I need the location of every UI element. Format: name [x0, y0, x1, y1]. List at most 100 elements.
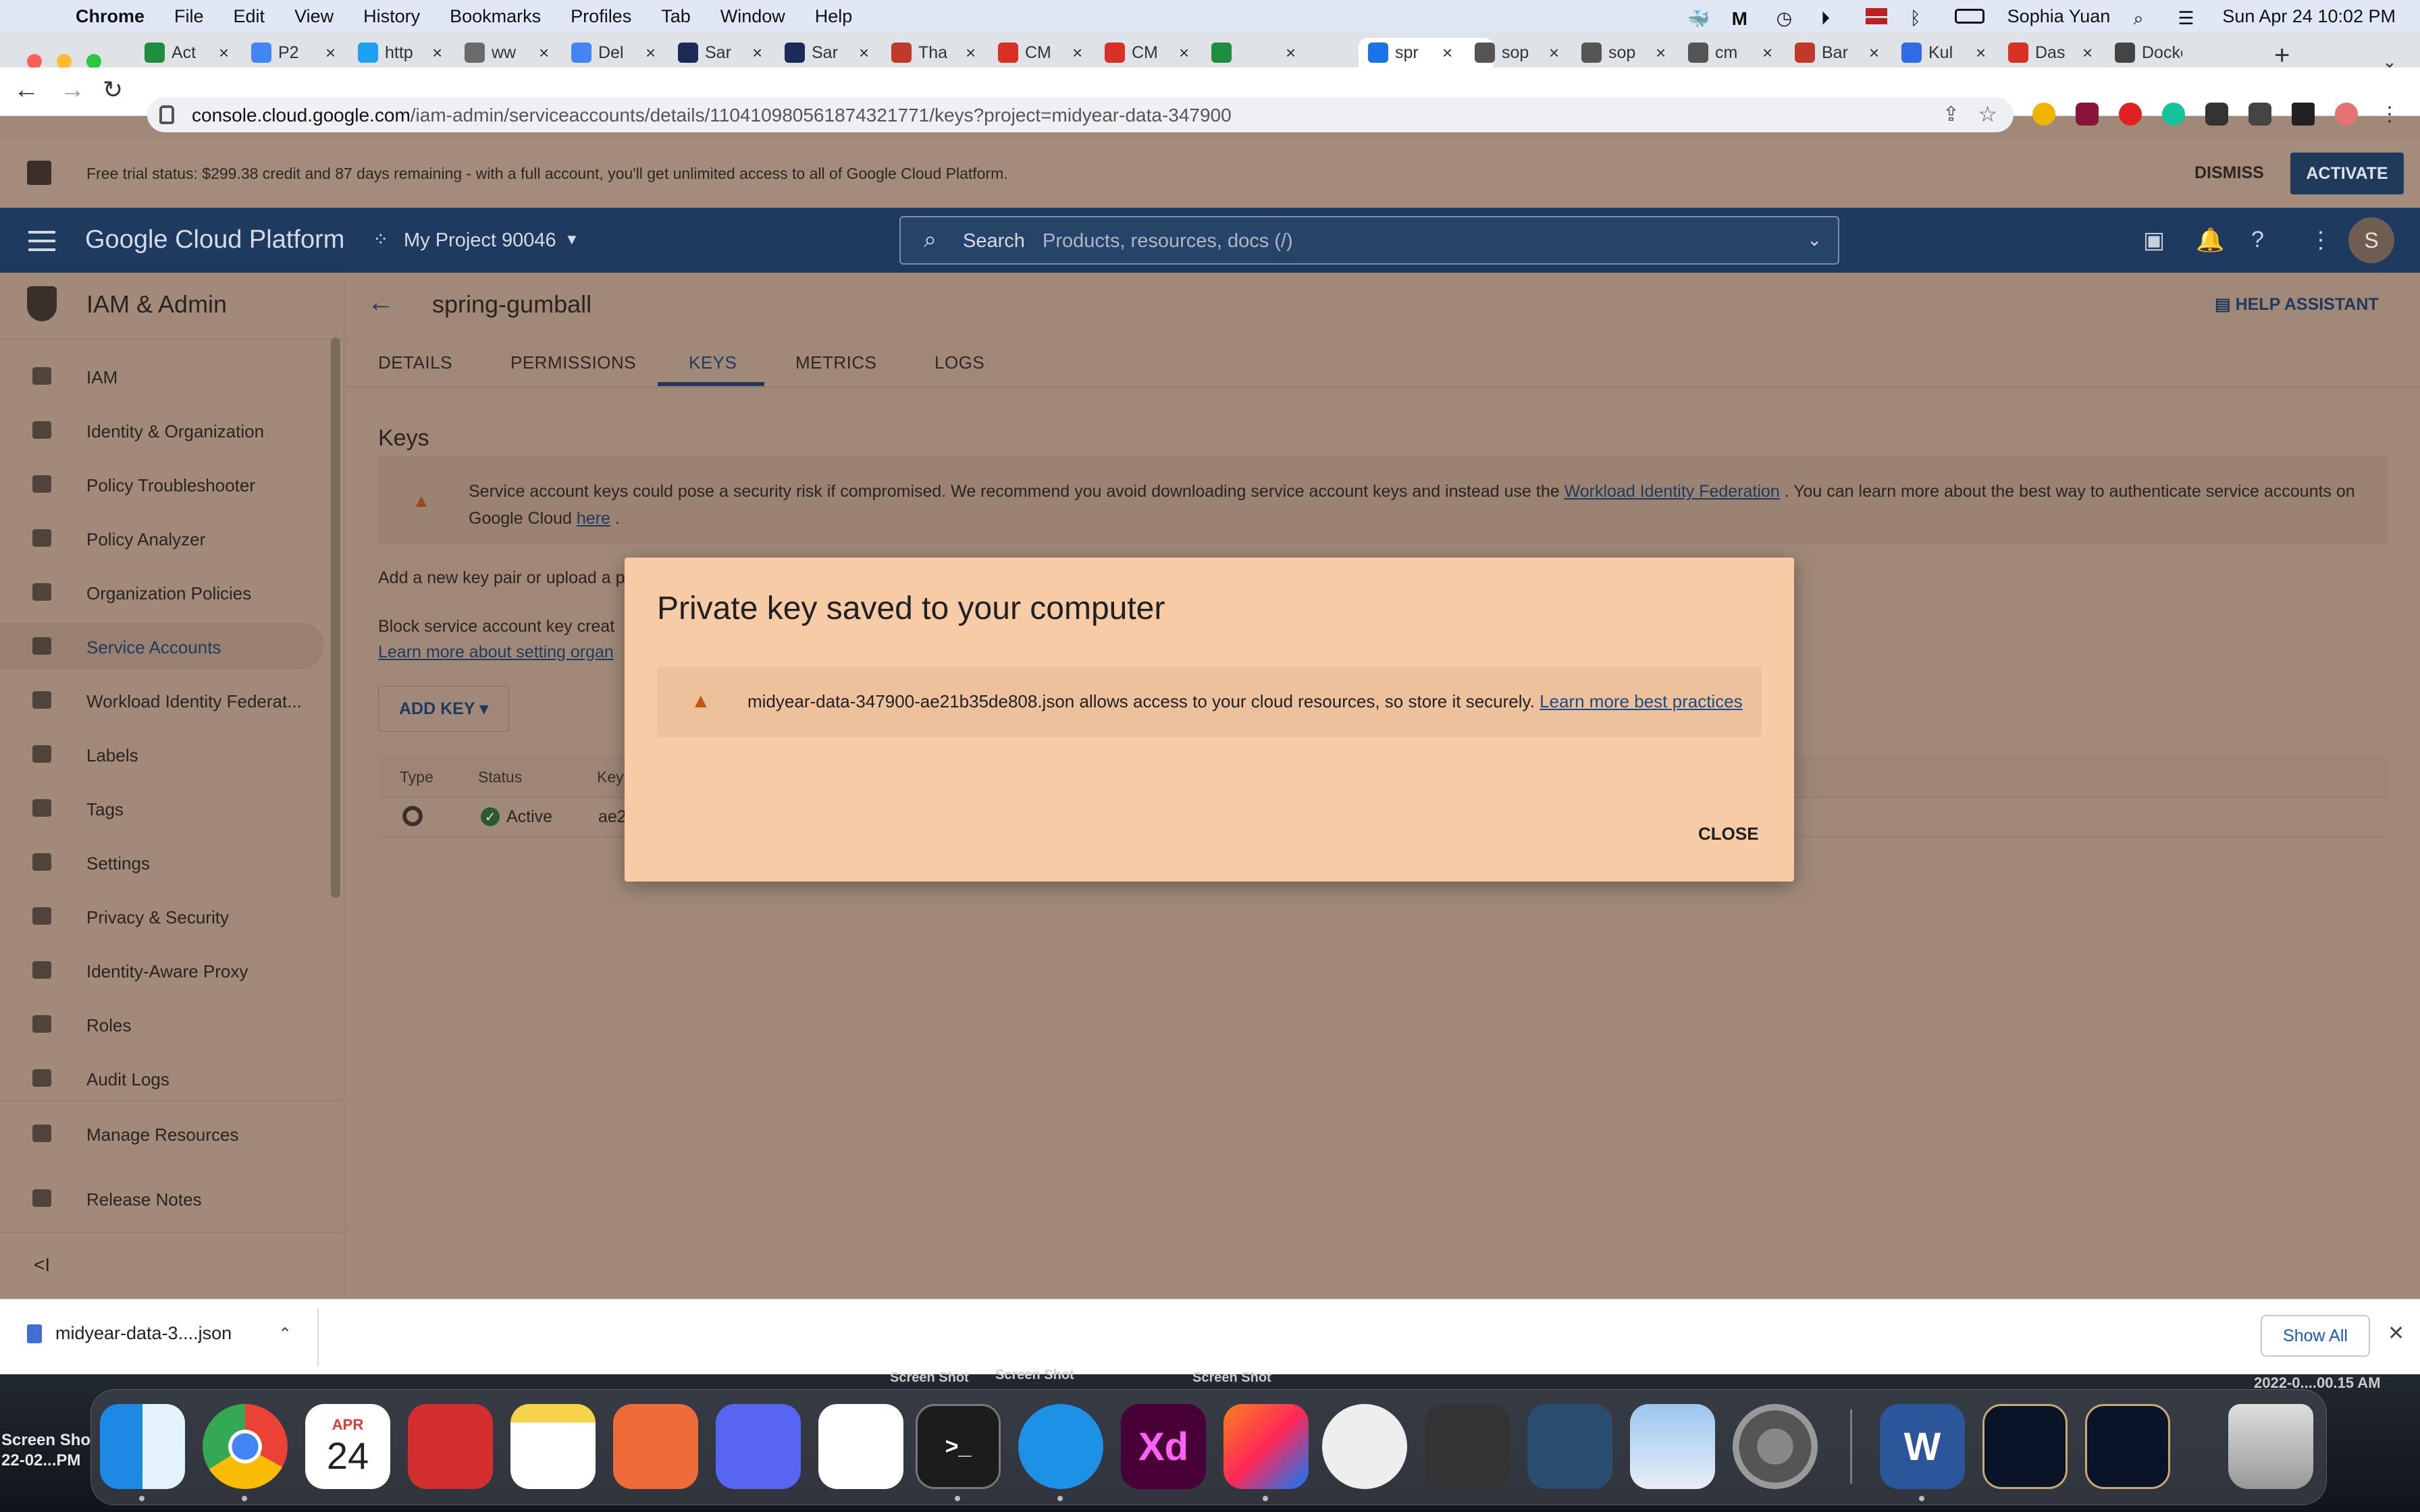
menu-edit[interactable]: Edit — [234, 6, 265, 27]
photo-booth-icon[interactable] — [408, 1404, 493, 1489]
sidebar-item-identity-organization[interactable]: Identity & Organization — [0, 406, 324, 454]
tab-close-icon[interactable]: × — [1072, 43, 1082, 63]
project-dots-icon[interactable]: ⁘ — [373, 228, 388, 250]
show-all-button[interactable]: Show All — [2261, 1315, 2370, 1357]
bookmark-star-icon[interactable]: ☆ — [1978, 101, 1997, 127]
menu-help[interactable]: Help — [815, 6, 853, 27]
tab-close-icon[interactable]: × — [1762, 43, 1772, 63]
browser-tab[interactable]: cm × — [1679, 38, 1785, 68]
account-avatar[interactable]: S — [2348, 217, 2394, 263]
back-button[interactable]: ← — [14, 76, 39, 105]
desktop-file-label[interactable]: Screen Sho — [1, 1431, 90, 1450]
tab-metrics[interactable]: METRICS — [795, 352, 877, 373]
trash-icon[interactable] — [2228, 1404, 2313, 1489]
share-icon[interactable]: ⇪ — [1943, 103, 1959, 126]
tab-close-icon[interactable]: × — [1976, 43, 1986, 63]
lock-icon[interactable] — [159, 105, 174, 124]
help-icon[interactable]: ? — [2251, 227, 2264, 253]
malwarebytes-icon[interactable]: M — [1732, 8, 1754, 29]
column-key[interactable]: Key — [597, 768, 624, 786]
extensions-puzzle-icon[interactable] — [2205, 103, 2228, 126]
here-link[interactable]: here — [577, 509, 610, 528]
activate-button[interactable]: ACTIVATE — [2290, 153, 2404, 194]
add-key-button[interactable]: ADD KEY ▾ — [378, 686, 509, 732]
browser-tab[interactable]: Das × — [1999, 38, 2105, 68]
desktop-file-label[interactable]: Screen Shot — [890, 1370, 969, 1386]
tab-close-icon[interactable]: × — [1656, 43, 1666, 63]
tab-close-icon[interactable]: × — [859, 43, 869, 63]
extension-chrome-icon[interactable] — [2032, 103, 2055, 126]
docker-icon[interactable] — [1018, 1404, 1103, 1489]
sidebar-item-identity-aware-proxy[interactable]: Identity-Aware Proxy — [0, 946, 324, 994]
tab-close-icon[interactable]: × — [219, 43, 229, 63]
play-icon[interactable]: ⏵ — [1821, 8, 1843, 28]
discord-icon[interactable] — [716, 1404, 801, 1489]
hamburger-menu-icon[interactable] — [28, 231, 55, 251]
tab-close-icon[interactable]: × — [752, 43, 762, 63]
forward-button[interactable]: → — [59, 76, 85, 105]
sidebar-item-policy-analyzer[interactable]: Policy Analyzer — [0, 514, 324, 562]
sidebar-item-labels[interactable]: Labels — [0, 730, 324, 778]
browser-tab[interactable]: CM × — [989, 38, 1095, 68]
adobe-xd-icon[interactable]: Xd — [1121, 1404, 1206, 1489]
sidebar-item-tags[interactable]: Tags — [0, 784, 324, 832]
sidebar-item-service-accounts[interactable]: Service Accounts — [0, 622, 324, 670]
more-options-icon[interactable]: ⋮ — [2309, 227, 2332, 254]
browser-tab[interactable]: Kul × — [1892, 38, 1999, 68]
postman-icon[interactable] — [613, 1404, 698, 1489]
word-icon[interactable]: W — [1880, 1404, 1965, 1489]
help-assistant-button[interactable]: ▤ HELP ASSISTANT — [2215, 294, 2379, 315]
window-close-button[interactable] — [27, 54, 42, 69]
side-panel-icon[interactable] — [2292, 103, 2315, 126]
intellij-icon[interactable] — [1224, 1404, 1309, 1489]
league-client-icon[interactable] — [2085, 1404, 2170, 1489]
project-dropdown-icon[interactable]: ▼ — [564, 231, 579, 248]
mysql-workbench-icon[interactable] — [1527, 1404, 1612, 1489]
league-of-legends-icon[interactable] — [1982, 1404, 2068, 1489]
learn-more-org-link[interactable]: Learn more about setting organ — [378, 643, 628, 662]
desktop-file-label[interactable]: 22-02...PM — [1, 1451, 80, 1470]
browser-tab[interactable]: Bar × — [1785, 38, 1892, 68]
browser-tab[interactable]: sop × — [1572, 38, 1679, 68]
unity-icon[interactable] — [1425, 1404, 1510, 1489]
menu-clock[interactable]: Sun Apr 24 10:02 PM — [2222, 6, 2396, 27]
address-bar[interactable]: console.cloud.google.com/iam-admin/servi… — [147, 97, 2014, 132]
sidebar-item-release-notes[interactable]: Release Notes — [0, 1174, 324, 1222]
browser-tab[interactable]: Del × — [562, 38, 668, 68]
profile-avatar-icon[interactable] — [2335, 103, 2358, 126]
browser-tab[interactable]: Sar × — [775, 38, 882, 68]
tab-close-icon[interactable]: × — [966, 43, 976, 63]
browser-tab[interactable]: ww × — [455, 38, 562, 68]
menu-app-name[interactable]: Chrome — [76, 6, 144, 27]
menu-tab[interactable]: Tab — [661, 6, 691, 27]
sidebar-item-roles[interactable]: Roles — [0, 1000, 324, 1048]
user-name[interactable]: Sophia Yuan — [2007, 6, 2111, 27]
notifications-icon[interactable]: 🔔 — [2196, 227, 2224, 254]
close-downloads-icon[interactable]: ✕ — [2388, 1322, 2404, 1345]
browser-tab[interactable]: sop × — [1465, 38, 1572, 68]
desktop-file-label[interactable]: Screen Shot — [1192, 1370, 1271, 1386]
reading-list-icon[interactable] — [2248, 103, 2271, 126]
sidebar-item-privacy-security[interactable]: Privacy & Security — [0, 892, 324, 940]
reload-button[interactable]: ↻ — [103, 76, 123, 104]
dismiss-button[interactable]: DISMISS — [2194, 163, 2264, 183]
menu-history[interactable]: History — [363, 6, 420, 27]
menu-bookmarks[interactable]: Bookmarks — [450, 6, 541, 27]
tab-logs[interactable]: LOGS — [935, 352, 984, 373]
download-options-icon[interactable]: ⌃ — [278, 1324, 292, 1344]
menu-view[interactable]: View — [294, 6, 334, 27]
chrome-menu-icon[interactable]: ⋮ — [2378, 103, 2401, 126]
desktop-file-label[interactable]: Screen Shot — [995, 1368, 1074, 1383]
finder-icon[interactable] — [100, 1404, 185, 1489]
control-center-icon[interactable]: ☰ — [2178, 8, 2199, 28]
learn-best-practices-link[interactable]: Learn more best practices — [1540, 691, 1743, 711]
search-bar[interactable]: ⌕ Search Products, resources, docs (/) ⌄ — [899, 216, 1839, 265]
column-status[interactable]: Status — [478, 768, 522, 786]
back-arrow-icon[interactable]: ← — [367, 288, 394, 318]
tab-close-icon[interactable]: × — [539, 43, 549, 63]
tab-permissions[interactable]: PERMISSIONS — [510, 352, 636, 373]
sidebar-item-iam[interactable]: IAM — [0, 352, 324, 400]
close-button[interactable]: CLOSE — [1698, 824, 1759, 844]
tab-close-icon[interactable]: × — [1869, 43, 1879, 63]
system-preferences-icon[interactable] — [1733, 1404, 1818, 1489]
